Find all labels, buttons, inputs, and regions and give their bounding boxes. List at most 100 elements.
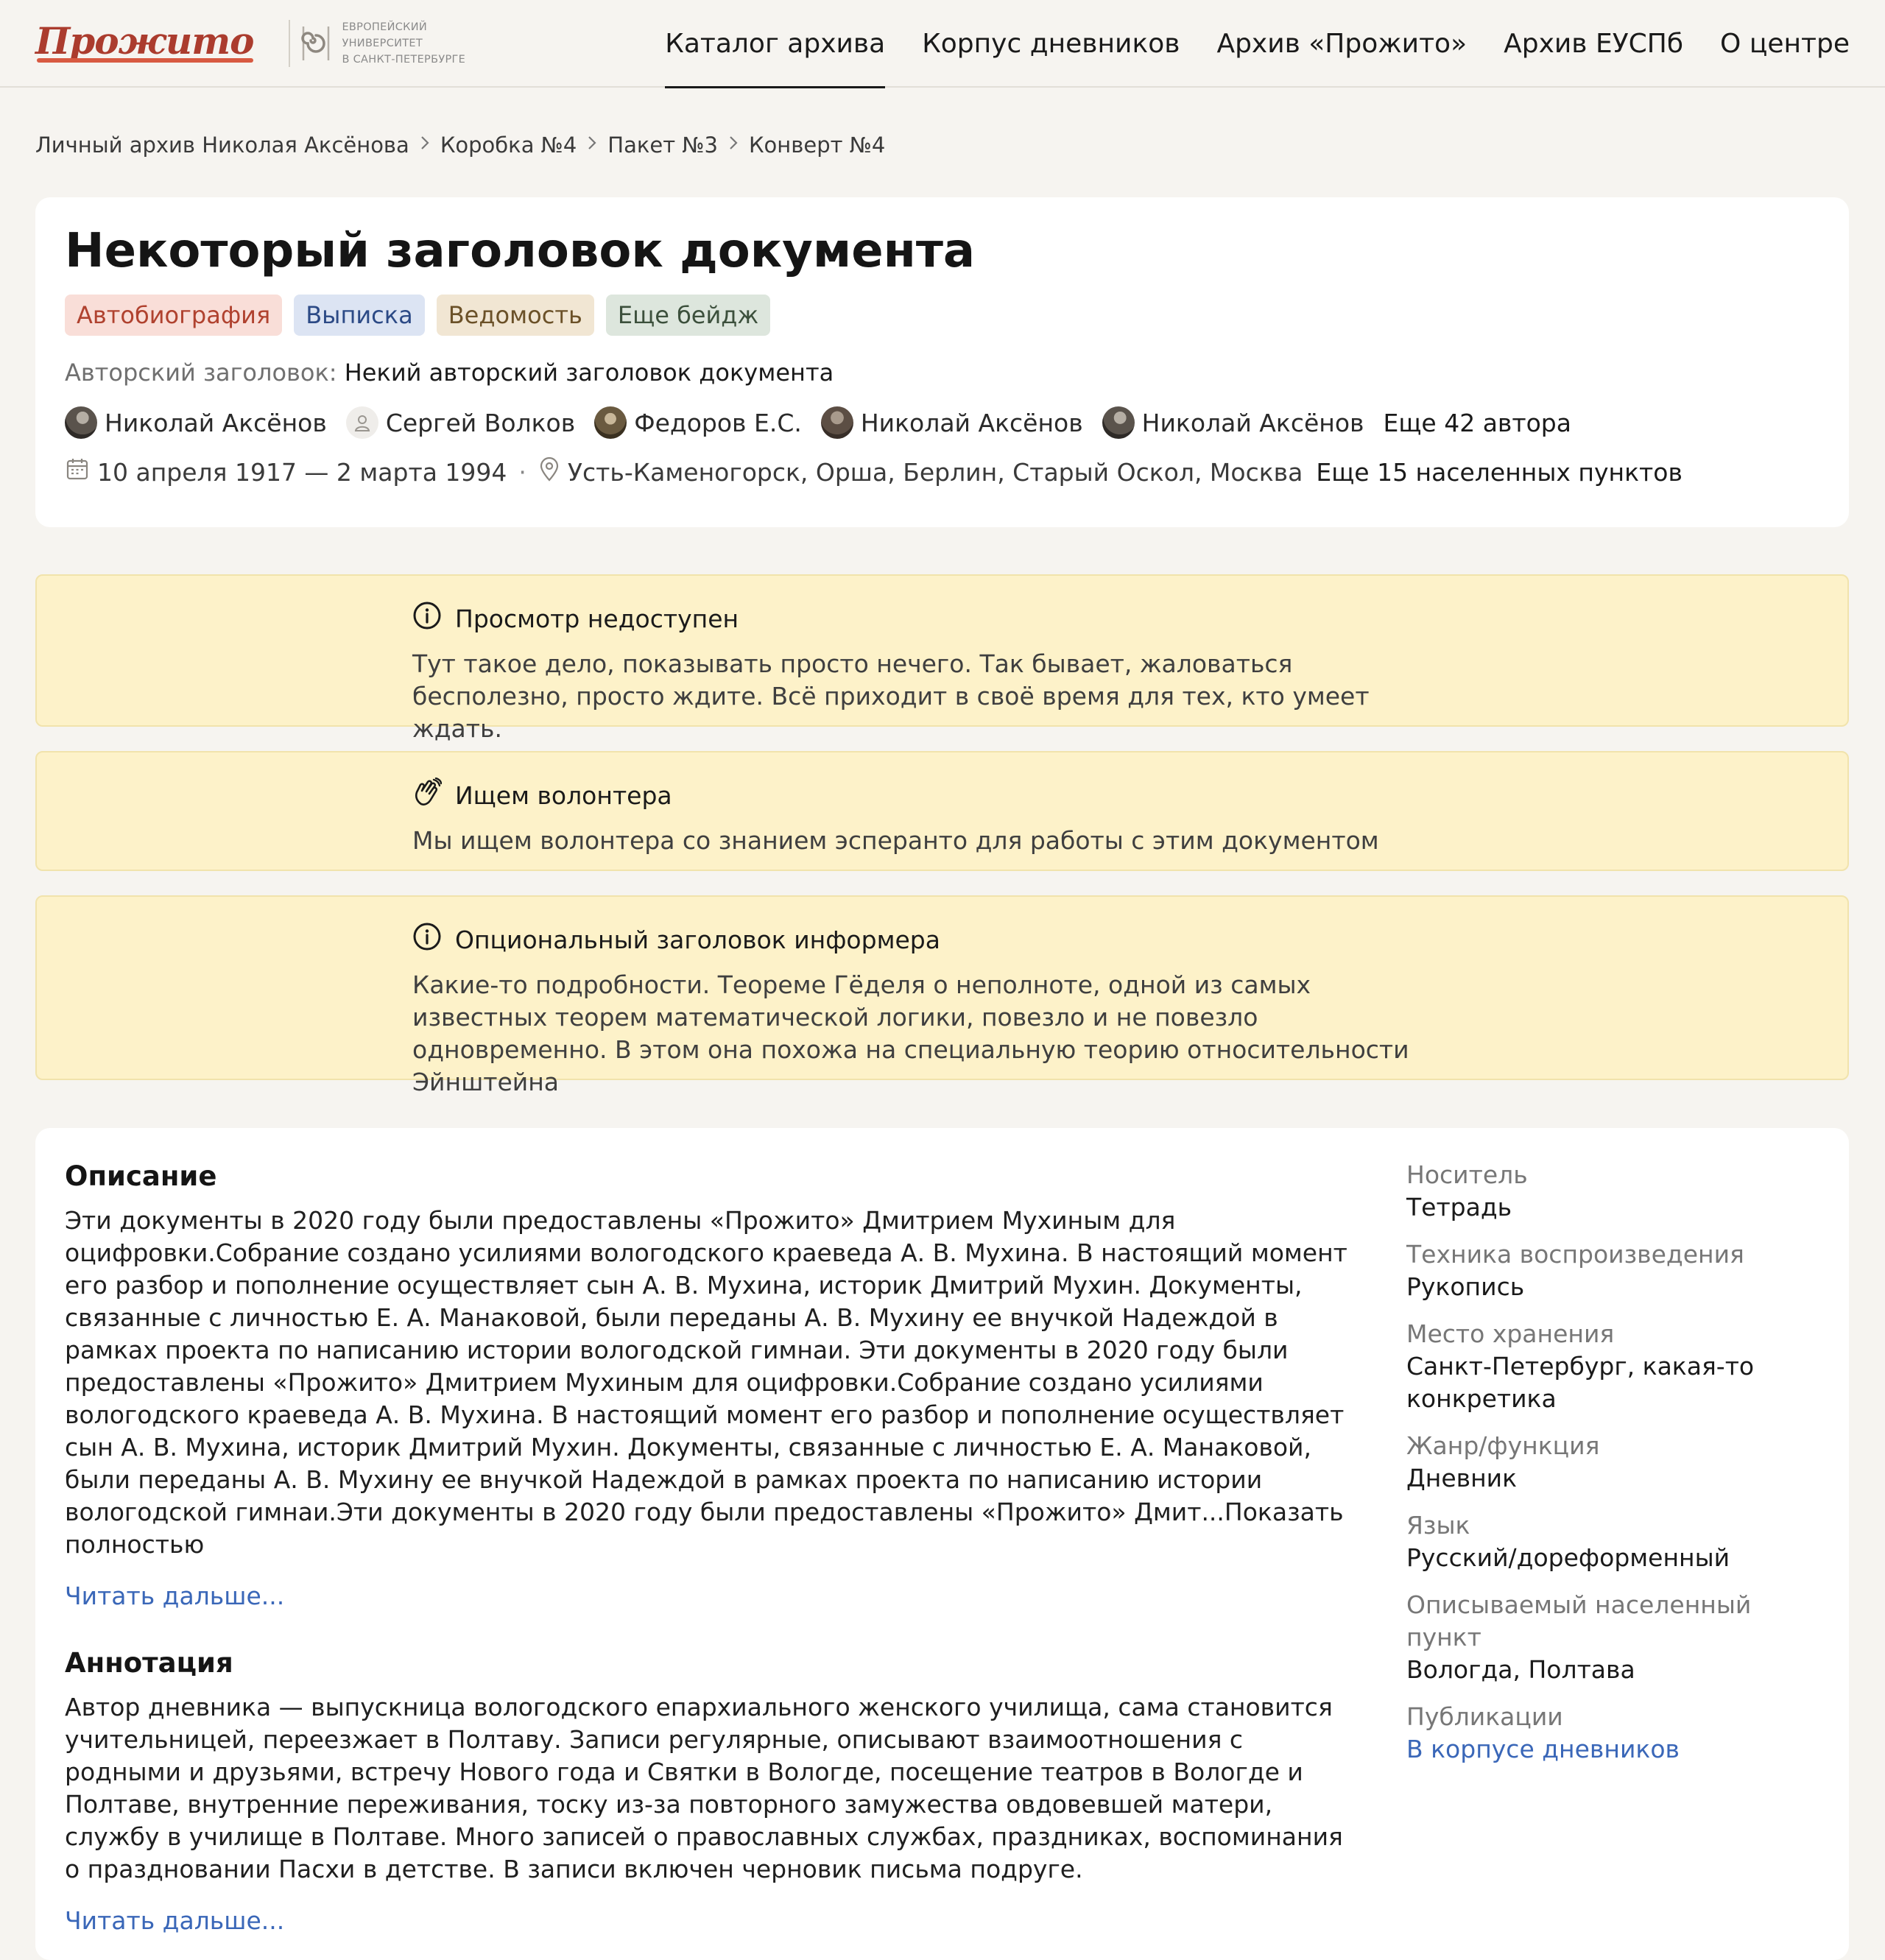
- property-label: Публикации: [1406, 1702, 1563, 1731]
- property-label: Язык: [1406, 1511, 1470, 1540]
- university-line-1: Европейский: [342, 21, 428, 33]
- property-value: Вологда, Полтава: [1406, 1655, 1635, 1684]
- property-label: Описываемый населенный пункт: [1406, 1590, 1752, 1651]
- chevron-right-icon: [728, 134, 739, 156]
- avatar: [1102, 406, 1135, 440]
- breadcrumb-item[interactable]: Пакет №3: [607, 133, 718, 158]
- description-section: Описание Эти документы в 2020 году были …: [65, 1159, 1361, 1610]
- document-text-column: Описание Эти документы в 2020 году были …: [65, 1159, 1361, 1935]
- university-line-3: в Санкт-Петербурге: [342, 53, 466, 66]
- informer-view-unavailable: Просмотр недоступен Тут такое дело, пока…: [35, 574, 1849, 743]
- author-title-value: Некий авторский заголовок документа: [344, 359, 834, 387]
- property-value: Тетрадь: [1406, 1193, 1512, 1222]
- author-link[interactable]: Федоров Е.С.: [594, 406, 802, 440]
- property-item: Описываемый населенный пункт Вологда, По…: [1406, 1589, 1819, 1686]
- badge[interactable]: Ведомость: [436, 295, 594, 336]
- user-placeholder-icon: [345, 406, 378, 440]
- badge[interactable]: Выписка: [294, 295, 425, 336]
- informer-title: Ищем волонтера: [455, 780, 672, 810]
- nav-prozhito-archive[interactable]: Архив «Прожито»: [1216, 0, 1467, 88]
- university-name: Европейский университет в Санкт-Петербур…: [342, 19, 465, 68]
- annotation-title: Аннотация: [65, 1647, 233, 1679]
- property-value: Дневник: [1406, 1464, 1518, 1492]
- informer-volunteer: Ищем волонтера Мы ищем волонтера со знан…: [35, 751, 1849, 871]
- nav-diary-corpus[interactable]: Корпус дневников: [922, 0, 1180, 88]
- more-places-link[interactable]: Еще 15 населенных пунктов: [1316, 458, 1683, 487]
- document-meta: 10 апреля 1917 — 2 марта 1994 · Усть-Кам…: [65, 456, 1819, 487]
- informer-text: Какие-то подробности. Теореме Гёделя о н…: [412, 970, 1409, 1096]
- nav-about[interactable]: О центре: [1720, 0, 1850, 88]
- document-header-card: Некоторый заголовок документа Автобиогра…: [35, 197, 1849, 527]
- informer-header: Просмотр недоступен: [412, 601, 1847, 636]
- location-pin-icon: [538, 456, 568, 487]
- badge[interactable]: Еще бейдж: [605, 295, 771, 336]
- date-range: 10 апреля 1917 — 2 марта 1994: [97, 457, 507, 487]
- author-title-label: Авторский заголовок:: [65, 359, 337, 387]
- author-link[interactable]: Николай Аксёнов: [820, 406, 1083, 440]
- avatar: [594, 406, 627, 440]
- badge-list: Автобиография Выписка Ведомость Еще бейд…: [65, 295, 1819, 336]
- informer-title: Опциональный заголовок информера: [455, 925, 940, 954]
- property-item: Носитель Тетрадь: [1406, 1159, 1819, 1224]
- meta-separator: ·: [518, 457, 526, 487]
- badge[interactable]: Автобиография: [65, 295, 283, 336]
- author-name: Николай Аксёнов: [860, 408, 1083, 437]
- property-value: Рукопись: [1406, 1272, 1525, 1301]
- properties-sidebar: Носитель Тетрадь Техника воспроизведения…: [1406, 1159, 1819, 1780]
- informer-header: Опциональный заголовок информера: [412, 922, 1847, 957]
- author-link[interactable]: Сергей Волков: [345, 406, 576, 440]
- avatar: [820, 406, 853, 440]
- informer-header: Ищем волонтера: [412, 777, 1847, 813]
- university-line-2: университет: [342, 37, 423, 49]
- author-name: Николай Аксёнов: [105, 408, 327, 437]
- description-title: Описание: [65, 1160, 217, 1192]
- property-item: Место хранения Санкт-Петербург, какая-то…: [1406, 1318, 1819, 1415]
- property-item: Публикации В корпусе дневников: [1406, 1701, 1819, 1766]
- nav-catalog[interactable]: Каталог архива: [665, 0, 885, 88]
- page-title: Некоторый заголовок документа: [65, 224, 976, 278]
- places-list: Усть-Каменогорск, Орша, Берлин, Старый О…: [567, 457, 1303, 487]
- informer-optional: Опциональный заголовок информера Какие-т…: [35, 895, 1849, 1096]
- informer-text: Тут такое дело, показывать просто нечего…: [412, 649, 1370, 743]
- property-label: Техника воспроизведения: [1406, 1240, 1744, 1269]
- breadcrumb-item[interactable]: Личный архив Николая Аксёнова: [35, 133, 409, 158]
- prozhito-logo[interactable]: Прожито: [35, 22, 254, 64]
- description-text: Эти документы в 2020 году были предостав…: [65, 1206, 1347, 1559]
- breadcrumb-item[interactable]: Конверт №4: [749, 133, 885, 158]
- main-nav: Каталог архива Корпус дневников Архив «П…: [665, 0, 1850, 88]
- avatar: [65, 406, 97, 440]
- chevron-right-icon: [587, 134, 597, 156]
- chevron-right-icon: [420, 134, 430, 156]
- author-name: Федоров Е.С.: [634, 408, 802, 437]
- read-more-link[interactable]: Читать дальше...: [65, 1582, 284, 1610]
- breadcrumb-item[interactable]: Коробка №4: [440, 133, 577, 158]
- read-more-link[interactable]: Читать дальше...: [65, 1906, 284, 1935]
- author-link[interactable]: Николай Аксёнов: [1102, 406, 1364, 440]
- breadcrumb: Личный архив Николая Аксёнова Коробка №4…: [35, 133, 885, 158]
- author-list: Николай Аксёнов Сергей Волков Федоров Е.…: [65, 406, 1819, 440]
- more-authors-link[interactable]: Еще 42 автора: [1383, 409, 1571, 437]
- property-item: Язык Русский/дореформенный: [1406, 1509, 1819, 1574]
- annotation-section: Аннотация Автор дневника — выпускница во…: [65, 1646, 1361, 1935]
- info-icon: [412, 922, 455, 957]
- calendar-icon: [65, 456, 97, 487]
- author-name: Сергей Волков: [385, 408, 576, 437]
- property-value: Русский/дореформенный: [1406, 1543, 1730, 1572]
- eusp-logo-icon[interactable]: [297, 21, 334, 66]
- publications-link[interactable]: В корпусе дневников: [1406, 1735, 1680, 1763]
- author-name: Николай Аксёнов: [1141, 408, 1364, 437]
- property-label: Место хранения: [1406, 1319, 1615, 1348]
- site-header: Прожито Европейский университет в Санкт-…: [0, 0, 1885, 88]
- informer-title: Просмотр недоступен: [455, 604, 739, 633]
- hand-wave-icon: [412, 777, 455, 813]
- property-label: Носитель: [1406, 1160, 1528, 1189]
- info-icon: [412, 601, 455, 636]
- annotation-text: Автор дневника — выпускница вологодского…: [65, 1693, 1343, 1883]
- author-title: Авторский заголовок: Некий авторский заг…: [65, 358, 1819, 387]
- author-link[interactable]: Николай Аксёнов: [65, 406, 327, 440]
- property-item: Жанр/функция Дневник: [1406, 1430, 1819, 1495]
- logo-divider: [289, 19, 291, 67]
- nav-eusp-archive[interactable]: Архив ЕУСПб: [1504, 0, 1683, 88]
- informer-text: Мы ищем волонтера со знанием эсперанто д…: [412, 826, 1379, 855]
- document-details-card: Описание Эти документы в 2020 году были …: [35, 1128, 1849, 1960]
